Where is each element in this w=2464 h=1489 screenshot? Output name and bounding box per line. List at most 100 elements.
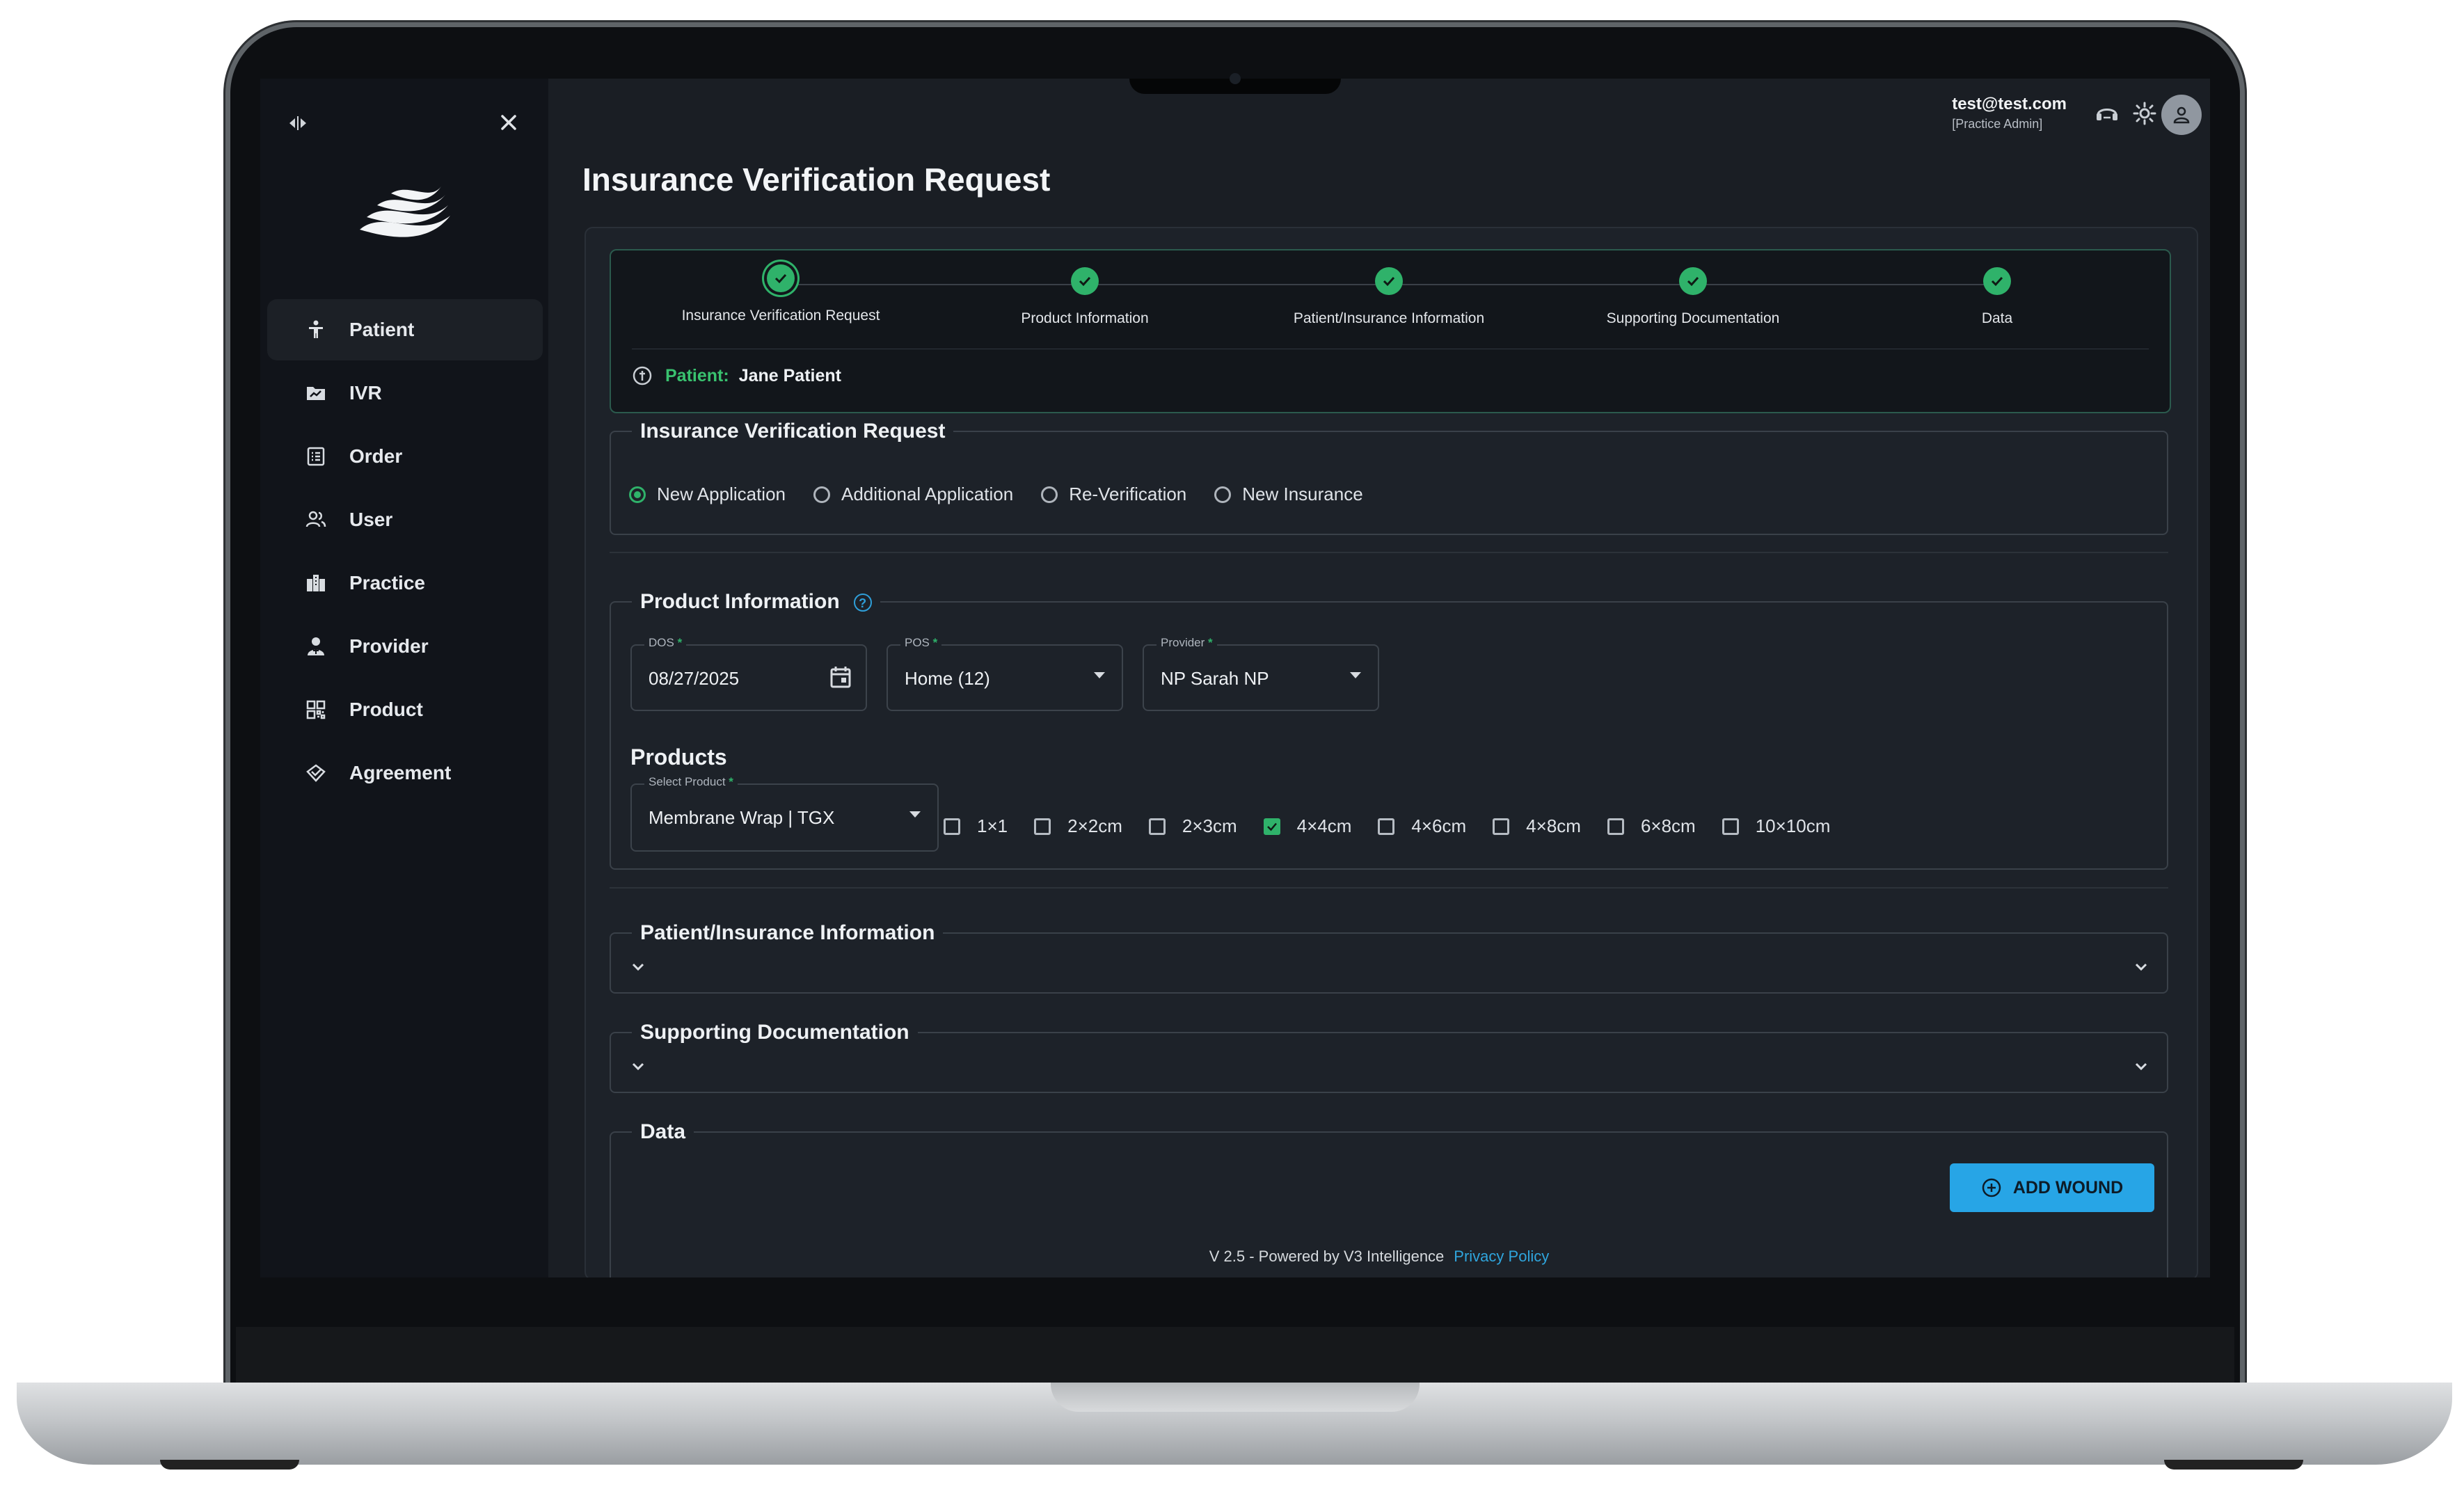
section-divider: [610, 887, 2168, 889]
radio-new-insurance[interactable]: New Insurance: [1214, 484, 1363, 505]
field-label: Provider: [1161, 636, 1205, 649]
ivr-type-section: Insurance Verification Request New Appli…: [610, 420, 2168, 535]
checkbox-label: 10×10cm: [1755, 815, 1831, 836]
size-checkbox-4x8[interactable]: 4×8cm: [1493, 815, 1581, 837]
step-data[interactable]: Data: [1858, 267, 2136, 327]
sidebar-item-label: Agreement: [349, 762, 452, 783]
laptop-foot-left: [160, 1460, 299, 1470]
step-product-information[interactable]: Product Information: [946, 267, 1224, 327]
size-checkbox-2x3[interactable]: 2×3cm: [1148, 815, 1237, 837]
chevron-down-icon: [1094, 672, 1105, 678]
support-headset-icon[interactable]: [2093, 99, 2121, 127]
provider-value: NP Sarah NP: [1161, 668, 1269, 689]
pos-value: Home (12): [905, 668, 990, 689]
step-label: Supporting Documentation: [1606, 310, 1780, 326]
chevron-down-icon: [1350, 672, 1361, 678]
expand-chevron-icon[interactable]: [2133, 1058, 2149, 1074]
size-checkbox-2x2[interactable]: 2×2cm: [1034, 815, 1122, 837]
step-supporting-documentation[interactable]: Supporting Documentation: [1554, 267, 1832, 327]
patient-info-icon: [633, 366, 652, 385]
page-title: Insurance Verification Request: [582, 161, 1051, 198]
radio-label: Additional Application: [841, 484, 1014, 504]
provider-icon: [303, 634, 328, 659]
sidebar-item-order[interactable]: Order: [267, 426, 543, 487]
check-icon: [1266, 822, 1277, 831]
step-patient-insurance[interactable]: Patient/Insurance Information: [1250, 267, 1528, 327]
users-icon: [303, 507, 328, 532]
patient-insurance-section[interactable]: Patient/Insurance Information: [610, 921, 2168, 994]
sidebar-item-user[interactable]: User: [267, 489, 543, 550]
step-label: Patient/Insurance Information: [1293, 310, 1485, 326]
radio-new-application[interactable]: New Application: [629, 484, 786, 505]
required-mark: *: [1208, 636, 1213, 649]
checkbox-label: 6×8cm: [1640, 815, 1696, 836]
sidebar-item-provider[interactable]: Provider: [267, 616, 543, 677]
folder-chart-icon: [303, 381, 328, 406]
sidebar-item-patient[interactable]: Patient: [267, 299, 543, 360]
expand-chevron-icon[interactable]: [2133, 959, 2149, 974]
size-checkbox-4x6[interactable]: 4×6cm: [1378, 815, 1466, 837]
select-product-dropdown[interactable]: Select Product * Membrane Wrap | TGX: [630, 775, 939, 852]
size-checkbox-6x8[interactable]: 6×8cm: [1607, 815, 1696, 837]
checkbox-label: 1×1: [977, 815, 1008, 836]
radio-label: New Insurance: [1242, 484, 1363, 504]
add-circle-icon: [1982, 1178, 2001, 1197]
product-size-checkboxes: 1×1 2×2cm 2×3cm 4×4cm 4×6cm 4×8cm 6×8cm …: [944, 815, 1857, 837]
user-avatar-icon: [2173, 106, 2190, 124]
check-icon: [1375, 267, 1403, 295]
collapse-sidebar-icon[interactable]: [287, 112, 309, 138]
sidebar-item-label: Provider: [349, 635, 429, 657]
sidebar-item-ivr[interactable]: IVR: [267, 363, 543, 424]
pos-select[interactable]: POS * Home (12): [887, 636, 1123, 711]
main-content: test@test.com [Practice Admin] Insurance…: [548, 79, 2210, 1277]
checkbox-label: 4×4cm: [1296, 815, 1352, 836]
size-checkbox-10x10[interactable]: 10×10cm: [1722, 815, 1831, 837]
supporting-documentation-section[interactable]: Supporting Documentation: [610, 1021, 2168, 1093]
brand-logo: [360, 186, 450, 237]
avatar[interactable]: [2161, 95, 2202, 135]
dos-field[interactable]: DOS * 08/27/2025: [630, 636, 867, 711]
user-role: [Practice Admin]: [1952, 117, 2043, 131]
add-wound-button[interactable]: ADD WOUND: [1950, 1163, 2154, 1212]
help-icon[interactable]: ?: [853, 594, 872, 612]
footer: V 2.5 - Powered by V3 Intelligence Privac…: [548, 1248, 2210, 1266]
sidebar-item-practice[interactable]: Practice: [267, 552, 543, 614]
section-title: Data: [640, 1120, 686, 1143]
checkbox-label: 2×3cm: [1182, 815, 1237, 836]
provider-select[interactable]: Provider * NP Sarah NP: [1143, 636, 1379, 711]
user-email: test@test.com: [1952, 95, 2067, 113]
privacy-policy-link[interactable]: Privacy Policy: [1454, 1248, 1549, 1265]
radio-additional-application[interactable]: Additional Application: [813, 484, 1013, 505]
laptop-opening-notch: [1051, 1383, 1420, 1412]
sidebar-item-label: Order: [349, 445, 403, 467]
step-ivr[interactable]: Insurance Verification Request: [642, 264, 920, 324]
sidebar-item-product[interactable]: Product: [267, 679, 543, 740]
close-icon[interactable]: [497, 111, 520, 138]
required-mark: *: [677, 636, 683, 649]
step-label: Data: [1981, 310, 2013, 326]
user-info: test@test.com [Practice Admin]: [1952, 95, 2067, 132]
radio-re-verification[interactable]: Re-Verification: [1041, 484, 1186, 505]
patient-label: Patient:: [665, 365, 729, 385]
size-checkbox-1x1[interactable]: 1×1: [944, 815, 1008, 837]
required-mark: *: [932, 636, 938, 649]
sidebar-item-agreement[interactable]: Agreement: [267, 742, 543, 804]
list-icon: [303, 444, 328, 469]
handshake-icon: [303, 761, 328, 786]
size-checkbox-4x4[interactable]: 4×4cm: [1263, 815, 1352, 837]
sidebar-nav: Patient IVR Order User Practice Provider: [267, 299, 543, 806]
building-icon: [303, 571, 328, 596]
app-screen: Patient IVR Order User Practice Provider: [260, 79, 2210, 1277]
required-mark: *: [729, 775, 733, 788]
field-label: Select Product: [649, 775, 726, 788]
ivr-form-card: Insurance Verification Request Product I…: [585, 227, 2198, 1277]
chevron-down-icon[interactable]: [630, 959, 646, 974]
field-label: POS: [905, 636, 930, 649]
theme-sun-icon[interactable]: [2131, 99, 2159, 127]
step-label: Insurance Verification Request: [681, 308, 880, 324]
checkbox-label: 4×6cm: [1411, 815, 1467, 836]
calendar-icon[interactable]: [829, 665, 852, 689]
patient-name: Jane Patient: [738, 365, 841, 385]
chevron-down-icon[interactable]: [630, 1058, 646, 1074]
check-icon: [767, 264, 795, 292]
